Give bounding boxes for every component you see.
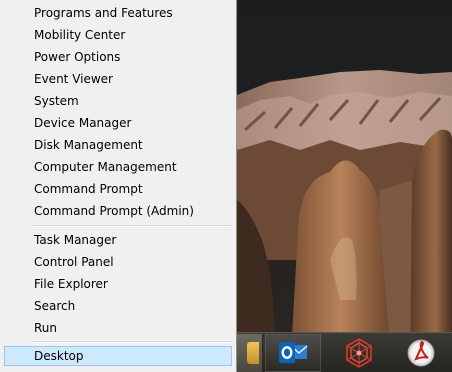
taskbar-button-outlook[interactable] bbox=[265, 334, 321, 372]
menu-item-power-options[interactable]: Power Options bbox=[4, 47, 232, 67]
menu-item-search[interactable]: Search bbox=[4, 296, 232, 316]
menu-item-programs-and-features[interactable]: Programs and Features bbox=[4, 3, 232, 23]
network-app-icon bbox=[346, 338, 372, 368]
pdf-reader-icon bbox=[407, 339, 435, 367]
winx-context-menu: Programs and Features Mobility Center Po… bbox=[0, 0, 237, 372]
outlook-icon bbox=[279, 342, 308, 363]
taskbar bbox=[237, 332, 452, 372]
taskbar-button-partial-app[interactable] bbox=[237, 334, 263, 372]
menu-separator bbox=[32, 341, 232, 343]
menu-item-mobility-center[interactable]: Mobility Center bbox=[4, 25, 232, 45]
menu-item-device-manager[interactable]: Device Manager bbox=[4, 113, 232, 133]
taskbar-button-pdf-reader[interactable] bbox=[393, 334, 449, 372]
screen: Programs and Features Mobility Center Po… bbox=[0, 0, 452, 372]
taskbar-button-network-app[interactable] bbox=[331, 334, 387, 372]
menu-item-system[interactable]: System bbox=[4, 91, 232, 111]
menu-item-command-prompt[interactable]: Command Prompt bbox=[4, 179, 232, 199]
menu-item-file-explorer[interactable]: File Explorer bbox=[4, 274, 232, 294]
partial-app-icon bbox=[247, 342, 259, 364]
menu-item-task-manager[interactable]: Task Manager bbox=[4, 230, 232, 250]
menu-item-control-panel[interactable]: Control Panel bbox=[4, 252, 232, 272]
menu-item-command-prompt-admin[interactable]: Command Prompt (Admin) bbox=[4, 201, 232, 221]
menu-item-event-viewer[interactable]: Event Viewer bbox=[4, 69, 232, 89]
menu-item-disk-management[interactable]: Disk Management bbox=[4, 135, 232, 155]
menu-item-computer-management[interactable]: Computer Management bbox=[4, 157, 232, 177]
menu-item-run[interactable]: Run bbox=[4, 318, 232, 338]
menu-separator bbox=[32, 225, 232, 227]
menu-item-desktop[interactable]: Desktop bbox=[4, 346, 232, 366]
